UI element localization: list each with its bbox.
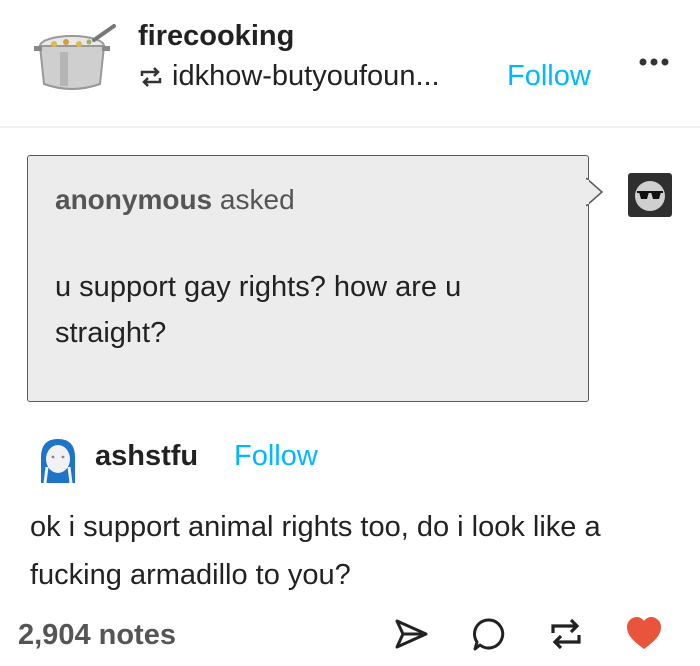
ask-box: anonymous asked u support gay rights? ho… [27, 155, 589, 402]
reblog-source[interactable]: idkhow-butyoufoun... [138, 60, 440, 93]
reply-icon[interactable] [470, 615, 508, 653]
post-header: firecooking idkhow-butyoufoun... Follow [0, 0, 700, 126]
more-options-icon[interactable] [638, 55, 670, 69]
answer-author-name[interactable]: ashstfu [95, 440, 198, 473]
asker-name: anonymous [55, 184, 213, 215]
reblogged-from-name[interactable]: idkhow-butyoufoun... [172, 60, 440, 93]
ask-question: u support gay rights? how are u straight… [55, 271, 462, 349]
answer-avatar[interactable] [35, 437, 81, 483]
ask-avatar-sunglasses-icon [628, 173, 672, 217]
header-divider [0, 126, 700, 128]
answer-text: ok i support animal rights too, do i loo… [30, 511, 601, 591]
reblog-icon [140, 66, 162, 87]
ask-bubble-arrow [586, 177, 604, 207]
share-icon[interactable] [392, 615, 430, 653]
reblog-action-icon[interactable] [547, 615, 585, 653]
answer-follow-button[interactable]: Follow [234, 440, 318, 473]
blog-name[interactable]: firecooking [138, 20, 294, 53]
follow-button[interactable]: Follow [507, 60, 591, 93]
notes-count[interactable]: 2,904 notes [18, 619, 176, 652]
ask-header: anonymous asked [55, 184, 295, 216]
blog-avatar[interactable] [34, 22, 120, 92]
asked-label: asked [219, 184, 295, 215]
heart-icon[interactable] [625, 615, 663, 653]
